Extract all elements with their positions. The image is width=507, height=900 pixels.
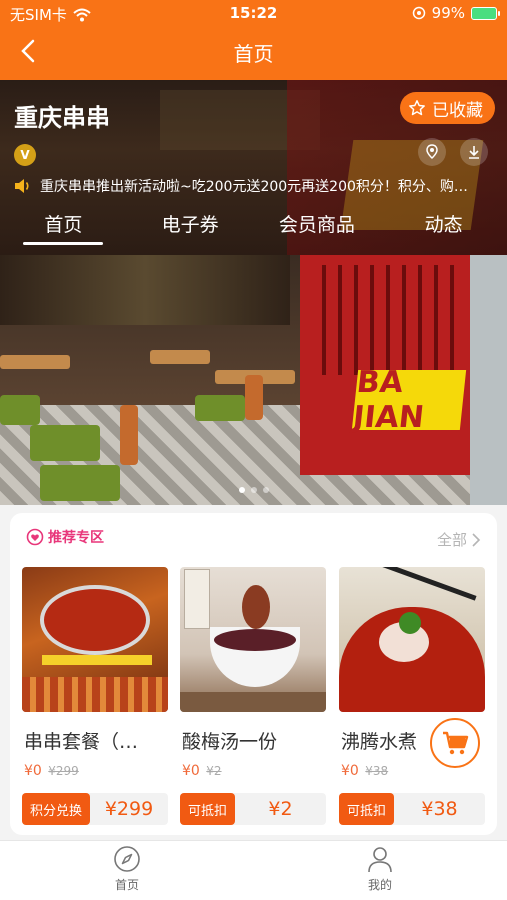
download-icon[interactable] [460,138,488,166]
carousel-dots [0,487,507,493]
banner-chair [40,465,120,501]
product-card[interactable]: 酸梅汤一份 ¥0 ¥2 可抵扣 ¥2 [180,567,326,825]
banner-chair [120,405,138,465]
shop-tabs: 首页 电子券 会员商品 动态 [0,208,507,248]
banner-chair [0,395,40,425]
speaker-icon [15,179,29,193]
banner-lights [0,255,290,325]
tabbar-home[interactable]: 首页 [87,845,167,893]
banner-chair [245,375,263,420]
deductible-tag[interactable]: 可抵扣 [339,793,395,825]
banner-lattice [310,265,460,375]
banner-chair [30,425,100,461]
tab-coupons[interactable]: 电子券 [135,208,245,248]
favorite-button[interactable]: 已收藏 [400,92,495,124]
product-value: ¥299 [104,798,154,820]
banner-sign: BA JIAN [351,365,467,435]
banner-table [150,350,210,364]
hotpot-bowl [40,585,150,655]
product-original-price: ¥2 [206,764,222,778]
location-icon[interactable] [418,138,446,166]
product-action[interactable]: 可抵扣 ¥2 [180,793,326,825]
badge-heart-icon [26,528,44,546]
product-action[interactable]: 可抵扣 ¥38 [339,793,485,825]
table-surface [180,692,326,712]
product-original-price: ¥38 [365,764,389,778]
food-skewers [42,655,152,665]
points-exchange-tag[interactable]: 积分兑换 [22,793,91,825]
recommend-title-text: 推荐专区 [48,530,104,546]
food-skewers [22,677,168,712]
recommend-title: 推荐专区 [26,527,104,547]
product-price: ¥0 ¥2 [182,763,222,779]
vip-badge: V [14,144,36,166]
orientation-lock-icon [412,6,425,20]
recommend-section: 推荐专区 全部 串串套餐（… ¥0 ¥299 积分兑换 ¥299 酸梅汤一份 ¥… [10,513,497,835]
product-price: ¥0 ¥38 [341,763,388,779]
product-image[interactable] [339,567,485,712]
product-image[interactable] [22,567,168,712]
battery-percent: 99% [431,4,465,22]
nav-bar: 首页 [0,30,507,76]
product-value: ¥2 [268,798,293,820]
product-name: 串串套餐（… [24,731,139,753]
chopsticks [371,567,477,601]
product-label-card [184,569,210,629]
notice-text: 重庆串串推出新活动啦~吃200元送200元再送200积分！积分、购… [40,179,468,195]
chevron-right-icon [472,532,481,547]
product-value: ¥38 [421,798,458,820]
product-current-price: ¥0 [182,763,200,779]
battery-icon [471,6,500,20]
cart-button[interactable] [430,718,480,768]
tabbar-mine-label: 我的 [367,878,392,892]
product-price: ¥0 ¥299 [24,763,79,779]
product-card[interactable]: 串串套餐（… ¥0 ¥299 积分兑换 ¥299 [22,567,168,825]
product-original-price: ¥299 [48,764,79,778]
top-bar: 无SIM卡 15:22 99% 首页 [0,0,507,80]
banner-fridge [470,255,507,505]
carousel-dot[interactable] [238,487,245,493]
banner-table [0,355,70,369]
shop-header: 重庆串串 已收藏 V 重庆串串推出新活动啦~吃200元送200元再送200积分！… [0,80,507,255]
status-bar: 无SIM卡 15:22 99% [0,0,507,28]
product-card[interactable]: 沸腾水煮 ¥0 ¥38 可抵扣 ¥38 [339,567,485,825]
compass-icon [114,846,140,872]
tab-news[interactable]: 动态 [389,208,499,248]
product-current-price: ¥0 [24,763,42,779]
user-icon [368,847,392,873]
view-all-link[interactable]: 全部 [437,529,481,550]
favorite-label: 已收藏 [432,100,483,121]
view-all-label: 全部 [436,531,467,549]
deductible-tag[interactable]: 可抵扣 [180,793,236,825]
product-image[interactable] [180,567,326,712]
status-right: 99% [412,4,500,22]
spoon [242,585,270,629]
plum-soup [214,629,296,651]
carousel-dot[interactable] [250,487,257,493]
shop-name: 重庆串串 [14,104,110,132]
product-name: 酸梅汤一份 [182,731,278,753]
notice-bar[interactable]: 重庆串串推出新活动啦~吃200元送200元再送200积分！积分、购… [14,176,494,196]
tab-home[interactable]: 首页 [8,208,118,248]
tabbar-mine[interactable]: 我的 [340,845,420,893]
herb-garnish [399,612,421,634]
carousel-dot[interactable] [262,487,269,493]
banner-chair [195,395,245,421]
bottom-tab-bar: 首页 我的 [0,840,507,900]
star-icon [409,100,425,116]
product-action[interactable]: 积分兑换 ¥299 [22,793,168,825]
page-title: 首页 [233,42,274,66]
tab-member-goods[interactable]: 会员商品 [262,208,372,248]
product-current-price: ¥0 [341,763,359,779]
banner-image[interactable]: BA JIAN [0,255,507,505]
tabbar-home-label: 首页 [114,878,139,892]
shopping-cart-icon [443,731,469,755]
